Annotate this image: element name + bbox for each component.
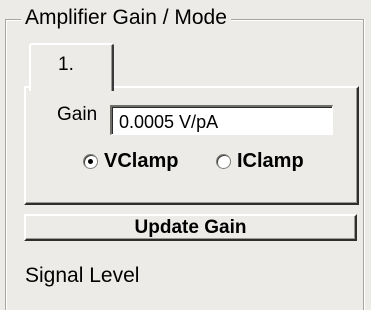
- amplifier-panel: Amplifier Gain / Mode 1. Gain VClamp ICl…: [0, 0, 371, 310]
- gain-label: Gain: [57, 104, 98, 125]
- groupbox-title: Amplifier Gain / Mode: [21, 6, 231, 30]
- radio-unselected-icon[interactable]: [216, 153, 231, 169]
- tab-label: 1.: [58, 54, 74, 75]
- update-gain-button[interactable]: Update Gain: [24, 214, 357, 241]
- tab-panel: Gain VClamp IClamp: [24, 86, 359, 205]
- radio-selected-icon[interactable]: [83, 153, 98, 169]
- gain-input[interactable]: [110, 105, 333, 135]
- iclamp-radio[interactable]: IClamp: [216, 149, 304, 173]
- iclamp-label: IClamp: [237, 150, 304, 172]
- tab-1[interactable]: 1.: [29, 43, 114, 91]
- radio-dot-icon: [88, 158, 93, 164]
- vclamp-radio[interactable]: VClamp: [83, 149, 178, 173]
- vclamp-label: VClamp: [104, 150, 179, 172]
- signal-level-groupbox-title: Signal Level: [21, 264, 144, 288]
